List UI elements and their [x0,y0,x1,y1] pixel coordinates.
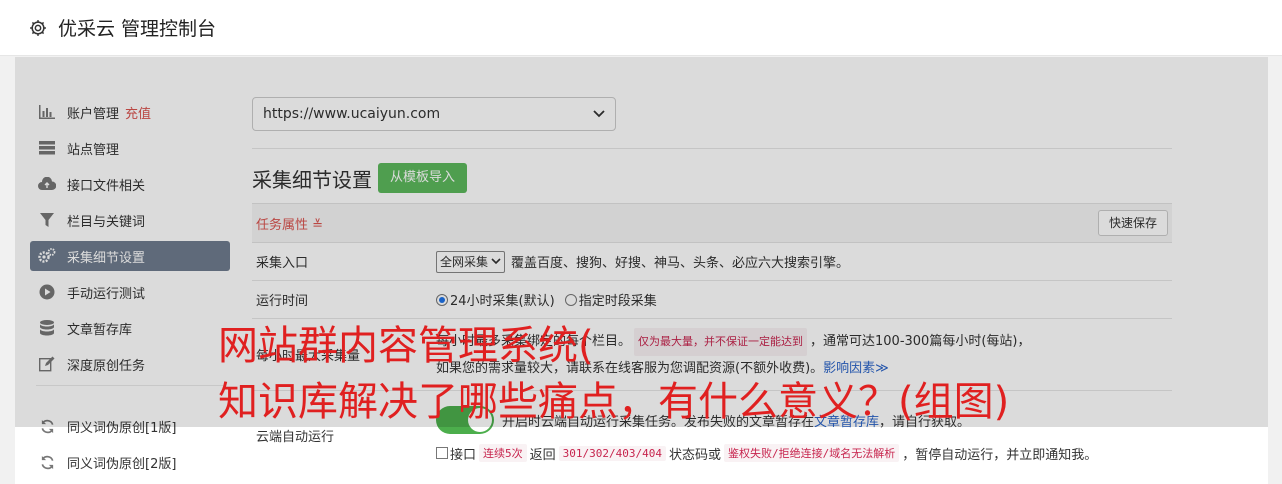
task-properties-bar: 任务属性 ≚ 快速保存 [252,203,1172,243]
sidebar-item-label: 采集细节设置 [67,250,146,266]
cloud-upload-icon [38,175,56,193]
sidebar-item-label: 账户管理 [67,106,120,122]
row-label: 运行时间 [256,294,309,309]
play-circle-icon [38,283,56,301]
sidebar-item-label: 同义词伪原创[1版] [67,420,177,436]
sidebar-item-label: 同义词伪原创[2版] [67,456,177,472]
pause-on-error-checkbox[interactable] [436,447,448,459]
pause-code: 连续5次 [479,444,527,462]
import-template-button[interactable]: 从模板导入 [378,163,468,193]
pause-text: 返回 [529,447,556,463]
sidebar-item-label: 手动运行测试 [67,286,146,302]
bar-chart-icon [38,103,56,121]
collect-entry-select-value: 全网采集 [440,255,489,269]
filter-icon [38,211,56,229]
task-properties-toggle[interactable]: 任务属性 ≚ [256,214,323,233]
sidebar: 账户管理 充值 站点管理 接口文件相关 栏目与关键词 采集细节设置 手动运行测试… [30,97,230,483]
watermark-line: 知识库解决了哪些痛点，有什么意义？(组图) [218,379,1010,425]
page-title: 采集细节设置 [252,167,372,192]
refresh-icon [38,453,56,471]
radio-24h[interactable] [436,293,448,306]
sidebar-item-account[interactable]: 账户管理 充值 [30,97,230,127]
site-select[interactable]: https://www.ucaiyun.com [252,97,616,131]
sidebar-item-synonym-v2[interactable]: 同义词伪原创[2版] [30,447,230,477]
row-run-time: 运行时间 24小时采集(默认) 指定时段采集 [252,281,1172,319]
heading-row: 采集细节设置 从模板导入 [252,163,1172,193]
gears-icon [38,247,56,265]
recharge-link[interactable]: 充值 [125,103,151,122]
edit-icon [38,355,56,373]
sidebar-item-collect-settings[interactable]: 采集细节设置 [30,241,230,271]
divider [252,148,1172,149]
app-title: 优采云 管理控制台 [58,18,217,40]
sidebar-divider [36,385,224,399]
sidebar-item-label: 深度原创任务 [67,358,146,374]
sidebar-item-synonym-v1[interactable]: 同义词伪原创[1版] [30,411,230,441]
top-bar: 优采云 管理控制台 [0,0,1282,56]
watermark-line: 网站群内容管理系统( [218,323,594,369]
pause-text: ，暂停自动运行，并立即通知我。 [902,447,1098,463]
sidebar-item-sites[interactable]: 站点管理 [30,133,230,163]
sidebar-item-label: 接口文件相关 [67,178,146,194]
row-label: 采集入口 [256,256,309,271]
gear-icon [30,19,46,36]
radio-scheduled[interactable] [564,293,577,306]
chevron-down-icon [491,258,501,265]
sidebar-item-label: 站点管理 [67,142,120,158]
pause-text: 接口 [450,447,477,463]
sidebar-item-columns-keywords[interactable]: 栏目与关键词 [30,205,230,235]
row-collect-entry: 采集入口 全网采集 覆盖百度、搜狗、好搜、神马、头条、必应六大搜索引擎。 [252,243,1172,281]
pause-code: 301/302/403/404 [558,445,666,461]
quick-save-button[interactable]: 快速保存 [1097,210,1168,236]
radio-scheduled-label: 指定时段采集 [578,294,657,309]
refresh-icon [38,417,56,435]
site-select-value: https://www.ucaiyun.com [263,106,441,122]
pause-code: 鉴权失败/拒绝连接/域名无法解析 [724,444,900,462]
sidebar-item-manual-run[interactable]: 手动运行测试 [30,277,230,307]
pause-text: 状态码或 [669,447,722,463]
sidebar-item-deep-original[interactable]: 深度原创任务 [30,349,230,379]
radio-24h-label: 24小时采集(默认) [450,294,555,309]
sidebar-item-api-files[interactable]: 接口文件相关 [30,169,230,199]
collect-entry-desc: 覆盖百度、搜狗、好搜、神马、头条、必应六大搜索引擎。 [511,256,850,271]
collect-entry-select[interactable]: 全网采集 [436,250,506,273]
sidebar-item-article-storage[interactable]: 文章暂存库 [30,313,230,343]
chevron-down-icon [593,106,605,122]
sidebar-item-label: 文章暂存库 [67,322,133,338]
sidebar-item-label: 栏目与关键词 [67,214,146,230]
watermark-text: 网站群内容管理系统( 知识库解决了哪些痛点，有什么意义？(组图) [218,318,1009,430]
database-icon [38,319,56,337]
server-icon [38,139,56,157]
